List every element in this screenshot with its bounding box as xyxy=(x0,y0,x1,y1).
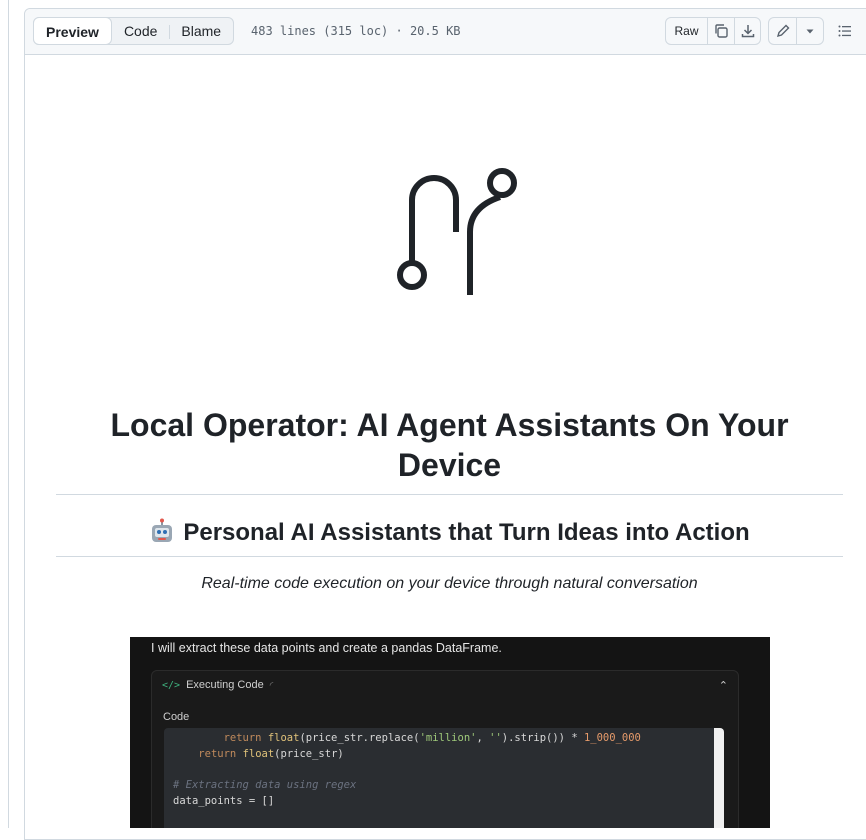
code-icon: </> xyxy=(162,679,181,691)
assistant-message: I will extract these data points and cre… xyxy=(151,641,502,655)
file-meta: 483 lines (315 loc) · 20.5 KB xyxy=(251,24,461,38)
download-button[interactable] xyxy=(734,18,760,44)
copy-raw-button[interactable] xyxy=(707,18,734,44)
local-operator-logo xyxy=(396,162,522,298)
tab-code[interactable]: Code xyxy=(112,18,169,44)
code-line: return float(price_str) xyxy=(198,748,344,760)
title-divider xyxy=(56,494,843,495)
page-title-line2: Device xyxy=(397,447,502,483)
code-scrollbar[interactable] xyxy=(714,728,724,828)
copy-icon xyxy=(715,24,728,38)
pencil-icon xyxy=(776,24,789,38)
tagline: Real-time code execution on your device … xyxy=(201,575,698,592)
chevron-up-icon: ⌃ xyxy=(718,680,728,692)
caret-down-icon xyxy=(806,29,814,34)
page-title: Local Operator: AI Agent Assistants On Y… xyxy=(56,405,843,485)
tab-preview[interactable]: Preview xyxy=(33,17,112,45)
file-header: Preview Code Blame 483 lines (315 loc) ·… xyxy=(25,9,866,55)
section-heading: Personal AI Assistants that Turn Ideas i… xyxy=(56,515,843,551)
spinner-icon: ◜ xyxy=(269,679,274,690)
edit-group xyxy=(768,17,824,45)
section-heading-text: Personal AI Assistants that Turn Ideas i… xyxy=(183,519,750,546)
demo-screenshot: I will extract these data points and cre… xyxy=(130,637,770,828)
code-label: Code xyxy=(163,711,190,723)
robot-icon xyxy=(152,518,173,542)
list-icon xyxy=(838,25,851,37)
heading-divider xyxy=(56,556,843,557)
download-icon xyxy=(741,25,754,38)
code-line: return float(price_str.replace('million'… xyxy=(223,732,641,744)
tab-blame[interactable]: Blame xyxy=(169,18,233,44)
view-mode-toggle: Preview Code Blame xyxy=(33,17,235,45)
executing-code-card: </> Executing Code ◜ ⌃ Code return float… xyxy=(151,670,739,828)
outline-button[interactable] xyxy=(835,21,855,41)
edit-dropdown-button[interactable] xyxy=(796,18,823,44)
code-line: data_points = [] xyxy=(173,795,275,807)
code-block: return float(price_str.replace('million'… xyxy=(164,728,724,828)
raw-button[interactable]: Raw xyxy=(666,18,707,44)
executing-code-title: Executing Code xyxy=(186,679,264,691)
edit-button[interactable] xyxy=(769,18,796,44)
raw-copy-download-group: Raw xyxy=(665,17,761,45)
executing-code-header: </> Executing Code ◜ xyxy=(162,679,273,691)
left-rail xyxy=(0,0,9,828)
page-title-line1: Local Operator: AI Agent Assistants On Y… xyxy=(110,407,789,443)
code-comment: # Extracting data using regex xyxy=(173,779,357,791)
